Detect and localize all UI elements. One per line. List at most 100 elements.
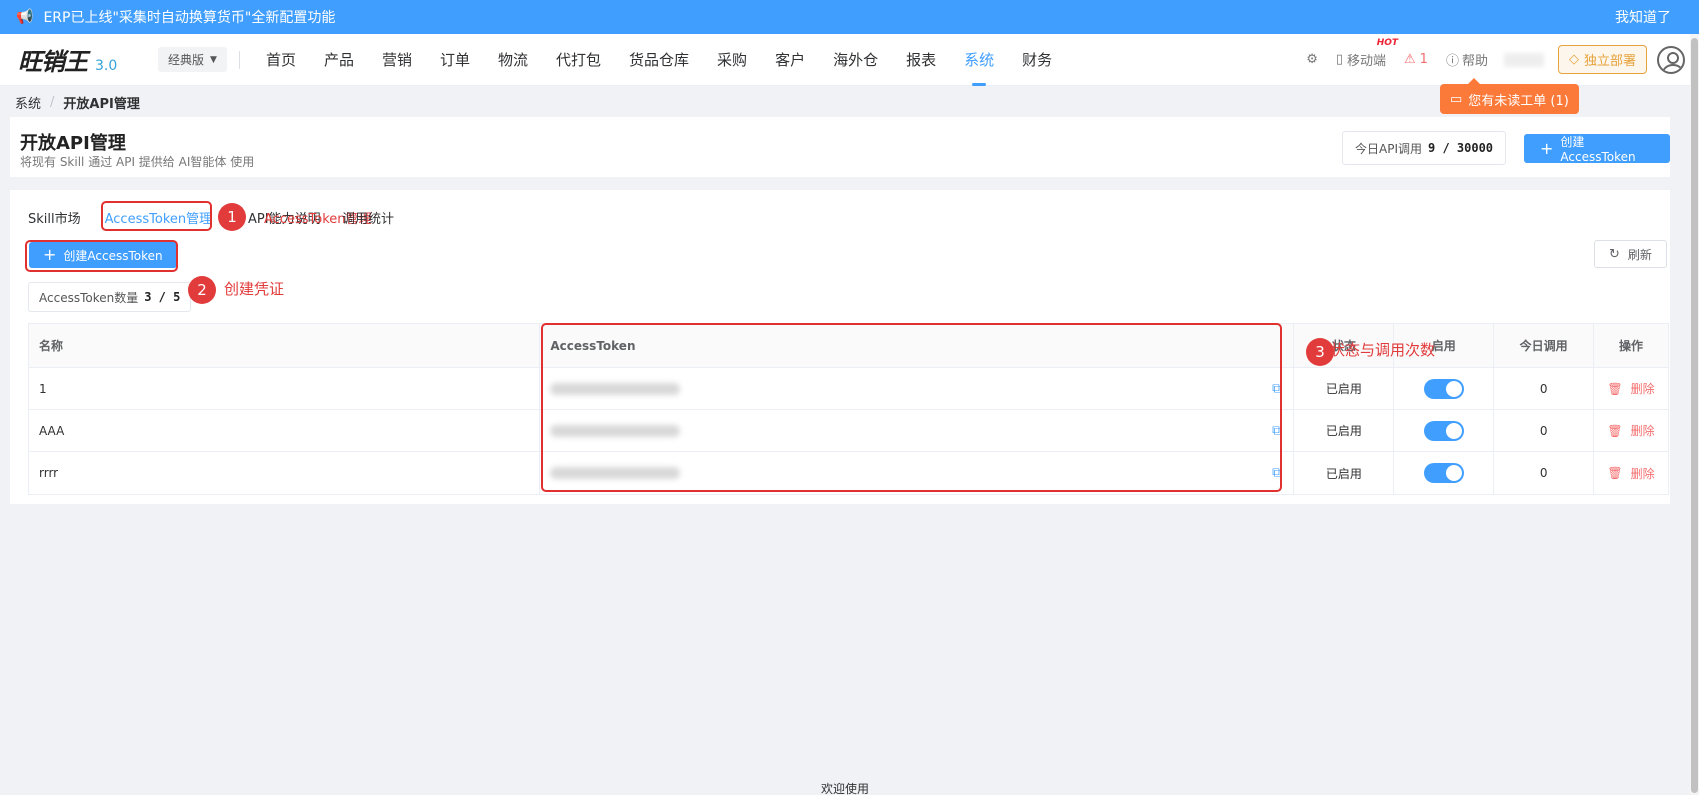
message-icon: ▭ <box>1450 91 1463 107</box>
nav-logistics[interactable]: 物流 <box>484 34 542 86</box>
hot-badge: HOT <box>1376 38 1399 48</box>
trash-icon: 🗑 <box>1607 423 1623 438</box>
blurred-token <box>550 467 681 479</box>
copy-icon[interactable]: ⧉ <box>1272 381 1281 396</box>
delete-label: 删除 <box>1630 424 1655 438</box>
mobile-button[interactable]: ▯ 移动端 HOT <box>1335 38 1398 69</box>
blurred-token <box>550 382 681 395</box>
nav-product[interactable]: 产品 <box>310 34 368 86</box>
breadcrumb-separator: / <box>50 95 55 110</box>
quota-value: 9 / 30000 <box>1428 141 1494 155</box>
logo[interactable]: 旺销王 3.0 <box>18 42 138 77</box>
nav-home[interactable]: 首页 <box>252 34 310 86</box>
logo-text: 旺销王 <box>18 47 88 76</box>
main-nav: 首页 产品 营销 订单 物流 代打包 货品仓库 采购 客户 海外仓 报表 系统 … <box>252 34 1066 86</box>
enable-switch[interactable] <box>1423 463 1464 483</box>
page-header-card: 开放API管理 将现有 Skill 通过 API 提供给 AI智能体 使用 今日… <box>10 117 1670 177</box>
row-name: 1 <box>29 368 541 409</box>
refresh-button[interactable]: ↻ 刷新 <box>1594 240 1667 268</box>
edition-dropdown[interactable]: 经典版 ▼ <box>158 47 227 72</box>
phone-icon: ▯ <box>1335 52 1343 67</box>
breadcrumb-current: 开放API管理 <box>63 97 140 112</box>
annotation-marker-1: 1 <box>218 203 246 231</box>
alert-count: 1 <box>1419 52 1428 67</box>
token-count-box: AccessToken数量 3 / 5 <box>28 282 192 312</box>
breadcrumb: 系统 / 开放API管理 <box>15 93 140 112</box>
nav-packing[interactable]: 代打包 <box>542 34 615 86</box>
mobile-label: 移动端 <box>1347 54 1387 69</box>
annotation-text-3: 状态与调用次数 <box>1330 341 1436 359</box>
breadcrumb-root[interactable]: 系统 <box>15 93 41 112</box>
copy-icon[interactable]: ⧉ <box>1272 466 1281 481</box>
row-name: rrrr <box>29 452 541 494</box>
banner-text: ERP已上线"采集时自动换算货币"全新配置功能 <box>43 10 336 26</box>
nav-warehouse[interactable]: 货品仓库 <box>615 34 703 86</box>
table-row: rrrr ⧉ 已启用 0 🗑 删除 <box>29 452 1668 494</box>
refresh-icon: ↻ <box>1609 246 1620 262</box>
row-op: 🗑 删除 <box>1594 410 1668 451</box>
count-label: AccessToken数量 <box>39 290 139 305</box>
unread-ticket-tooltip[interactable]: ▭ 您有未读工单 (1) <box>1440 78 1579 114</box>
help-button[interactable]: ⓘ 帮助 <box>1446 50 1488 69</box>
tab-skill-market[interactable]: Skill市场 <box>28 208 81 227</box>
col-today-header: 今日调用 <box>1494 324 1595 367</box>
row-op: 🗑 删除 <box>1594 452 1668 494</box>
page-scrollbar[interactable] <box>1690 34 1699 795</box>
row-op: 🗑 删除 <box>1594 368 1668 409</box>
annotation-text-2: 创建凭证 <box>224 280 285 298</box>
create-token-header-button[interactable]: + 创建AccessToken <box>1524 134 1670 164</box>
table-row: 1 ⧉ 已启用 0 🗑 删除 <box>29 368 1668 410</box>
nav-finance[interactable]: 财务 <box>1008 34 1066 86</box>
warning-icon: ⚠ <box>1404 52 1416 67</box>
deploy-label: 独立部署 <box>1583 54 1636 69</box>
table-row: AAA ⧉ 已启用 0 🗑 删除 <box>29 410 1668 452</box>
announcement-banner: 📢 ERP已上线"采集时自动换算货币"全新配置功能 我知道了 <box>0 0 1699 34</box>
settings-icon[interactable]: ⚙ <box>1306 52 1318 67</box>
nav-purchase[interactable]: 采购 <box>703 34 761 86</box>
diamond-icon: ◇ <box>1568 52 1579 67</box>
nav-system[interactable]: 系统 <box>950 34 1008 86</box>
help-label: 帮助 <box>1461 54 1488 69</box>
row-status: 已启用 <box>1294 368 1395 409</box>
api-quota-box: 今日API调用 9 / 30000 <box>1342 131 1507 165</box>
enable-switch[interactable] <box>1423 420 1464 441</box>
delete-label: 删除 <box>1630 466 1655 481</box>
row-today-calls: 0 <box>1494 452 1595 494</box>
create-label: 创建AccessToken <box>63 248 163 263</box>
scrollbar-thumb[interactable] <box>1691 38 1698 793</box>
copy-icon[interactable]: ⧉ <box>1272 423 1281 438</box>
col-token-header: AccessToken <box>540 324 1295 367</box>
blurred-token <box>550 424 681 437</box>
deploy-button[interactable]: ◇ 独立部署 <box>1557 45 1647 74</box>
page-subtitle: 将现有 Skill 通过 API 提供给 AI智能体 使用 <box>20 155 255 169</box>
banner-dismiss-link[interactable]: 我知道了 <box>1615 7 1671 27</box>
top-header: 旺销王 3.0 经典版 ▼ 首页 产品 营销 订单 物流 代打包 货品仓库 采购… <box>0 34 1699 86</box>
tab-call-stats[interactable]: 调用统计 <box>342 208 394 227</box>
row-status: 已启用 <box>1294 452 1395 494</box>
enable-switch[interactable] <box>1423 378 1464 399</box>
header-right: ⚙ ▯ 移动端 HOT ⚠ 1 ⓘ 帮助 ◇ 独立部署 <box>1288 38 1699 74</box>
caret-down-icon: ▼ <box>210 54 217 65</box>
blurred-username <box>1503 52 1544 67</box>
tooltip-text: 您有未读工单 (1) <box>1468 93 1569 109</box>
create-token-button[interactable]: + 创建AccessToken <box>29 242 177 268</box>
delete-button[interactable]: 🗑 删除 <box>1607 465 1654 482</box>
megaphone-icon: 📢 <box>16 9 34 25</box>
delete-button[interactable]: 🗑 删除 <box>1607 422 1654 439</box>
nav-overseas-warehouse[interactable]: 海外仓 <box>819 34 892 86</box>
trash-icon: 🗑 <box>1607 381 1623 396</box>
alert-button[interactable]: ⚠ 1 <box>1404 52 1428 67</box>
nav-reports[interactable]: 报表 <box>892 34 950 86</box>
trash-icon: 🗑 <box>1607 466 1623 480</box>
avatar-icon[interactable] <box>1657 45 1685 74</box>
delete-button[interactable]: 🗑 删除 <box>1607 380 1654 397</box>
nav-customer[interactable]: 客户 <box>761 34 819 86</box>
annotation-marker-2: 2 <box>188 276 216 304</box>
nav-marketing[interactable]: 营销 <box>368 34 426 86</box>
nav-orders[interactable]: 订单 <box>426 34 484 86</box>
tab-token-management[interactable]: AccessToken管理 <box>105 208 213 227</box>
plus-icon: + <box>1540 138 1554 158</box>
logo-version: 3.0 <box>95 58 118 74</box>
divider <box>238 50 240 69</box>
row-token: ⧉ <box>540 368 1295 409</box>
